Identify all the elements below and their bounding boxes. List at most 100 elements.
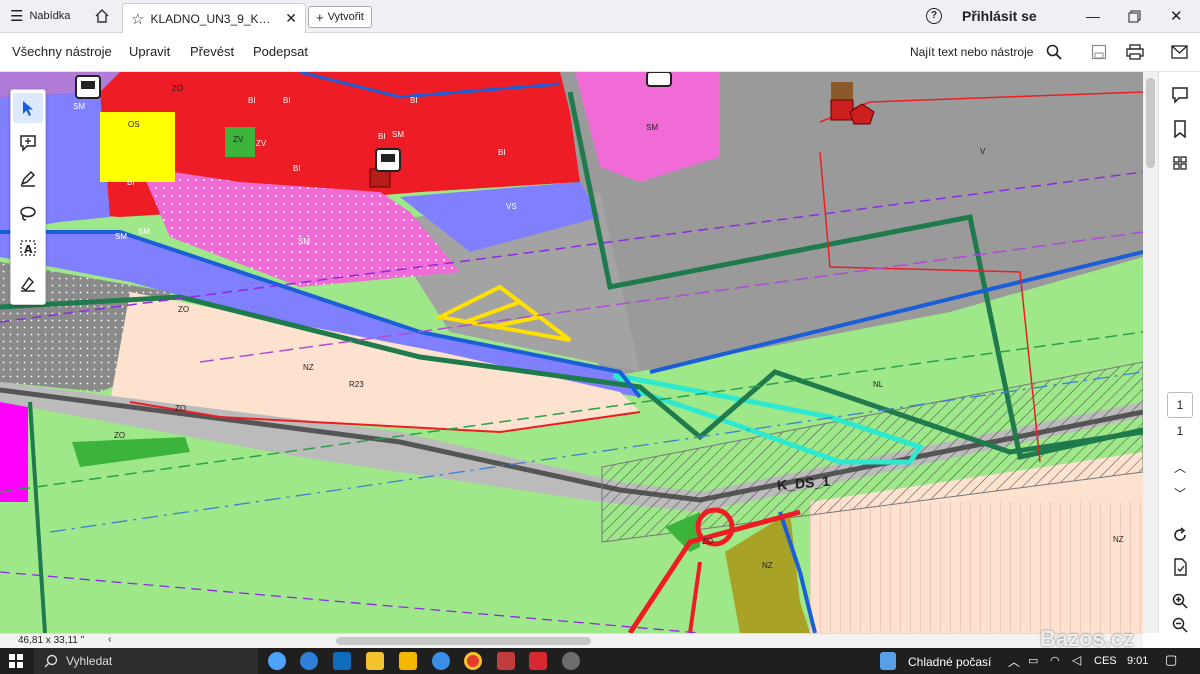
lasso-icon [20,206,36,221]
scroll-left-icon[interactable]: ‹ [108,634,111,645]
vertical-scrollbar[interactable] [1143,72,1158,633]
app-icon[interactable] [497,652,515,670]
text-tool[interactable]: A [13,233,43,263]
close-tab-icon[interactable]: ✕ [285,10,297,27]
document-tab[interactable]: ☆ KLADNO_UN3_9_K… ✕ [122,3,306,33]
volume-icon[interactable]: ◁ [1072,653,1081,667]
zoom-in-icon [1172,593,1188,609]
map-label-zo: ZO [175,404,187,413]
map-label-bi: BI [283,96,291,105]
clock[interactable]: 9:01 [1127,655,1148,667]
home-button[interactable] [88,0,116,32]
notifications-icon[interactable]: ▢ [1165,652,1177,668]
text-box-icon: A [20,240,36,256]
svg-text:A: A [24,243,33,256]
menu-all-tools[interactable]: Všechny nástroje [12,44,112,59]
app-icon[interactable] [562,652,580,670]
language-indicator[interactable]: CES [1094,655,1117,667]
hamburger-icon: ☰ [10,8,24,25]
close-window-icon[interactable]: ✕ [1170,0,1183,32]
chrome-icon[interactable] [464,652,482,670]
previous-page-icon[interactable]: ︿ [1169,456,1191,478]
next-page-icon[interactable]: ﹀ [1169,482,1191,504]
tab-title: KLADNO_UN3_9_K… [150,11,271,26]
sign-tool[interactable] [13,268,43,298]
windows-taskbar: Vyhledat Chladné počasí ︿ ▭ ◠ ◁ CES 9:01… [0,648,1200,674]
bookmarks-panel-button[interactable] [1169,118,1191,140]
zoom-out-button[interactable] [1169,617,1191,633]
weather-label[interactable]: Chladné počasí [908,655,991,669]
help-icon: ? [926,8,942,24]
ie-icon[interactable] [432,652,450,670]
right-rail: 1 1 ︿ ﹀ [1158,72,1200,633]
thumbnails-panel-button[interactable] [1169,152,1191,174]
home-icon [95,9,109,23]
mail-icon[interactable] [1171,45,1188,59]
map-label-zv: ZV [256,139,267,148]
map-label-sm: SM [138,227,150,236]
highlight-tool[interactable] [13,163,43,193]
pdf-map-canvas[interactable]: OS SM SM SM SM SM SM BI BI BI BI BI BI B… [0,72,1143,633]
search-icon[interactable] [1046,44,1062,60]
norton-icon[interactable] [399,652,417,670]
create-button[interactable]: + Vytvořit [308,6,372,28]
draw-tool[interactable] [13,198,43,228]
taskbar-search[interactable]: Vyhledat [34,648,258,674]
map-label-vs: VS [506,202,517,211]
map-label-bi: BI [127,178,135,187]
store-icon[interactable] [333,652,351,670]
page-number-input[interactable]: 1 [1167,392,1193,418]
weather-icon[interactable] [880,652,896,670]
map-label-bi: BI [248,96,256,105]
map-label-zo: ZO [172,84,184,93]
extract-button[interactable] [1169,556,1191,578]
restore-icon[interactable] [1128,0,1141,32]
zoning-map [0,72,1143,633]
zoom-in-button[interactable] [1169,590,1191,612]
windows-start-icon[interactable] [9,654,23,668]
rotate-icon [1174,527,1186,541]
find-text-label[interactable]: Najít text nebo nástroje [910,45,1033,59]
map-label-zv: ZV [233,135,244,144]
map-label-nl: NL [873,380,884,389]
map-label-bi: BI [410,96,418,105]
save-icon[interactable] [1091,44,1107,60]
network-icon[interactable]: ▭ [1028,654,1038,667]
search-icon [44,654,58,668]
menu-edit[interactable]: Upravit [129,44,170,59]
comment-tool[interactable] [13,128,43,158]
sign-in-button[interactable]: Přihlásit se [962,0,1037,32]
edge-icon[interactable] [300,652,318,670]
menu-convert[interactable]: Převést [190,44,234,59]
task-view-icon[interactable] [268,652,286,670]
bus-stop-icon [375,148,401,172]
map-label-bi: BI [293,164,301,173]
minimize-icon[interactable]: — [1086,0,1100,32]
horizontal-scrollbar-thumb[interactable] [336,637,591,645]
select-tool[interactable] [13,93,43,123]
map-label-sm: SM [298,237,310,246]
print-icon[interactable] [1126,44,1144,60]
wifi-icon[interactable]: ◠ [1050,654,1060,667]
menu-label: Nabídka [29,10,71,22]
annotation-tool-palette: A [10,89,46,305]
map-label-sm: SM [646,123,658,132]
comments-panel-button[interactable] [1169,84,1191,106]
map-label-r23: R23 [349,380,364,389]
grid-icon [1173,156,1187,170]
rotate-button[interactable] [1169,524,1191,546]
menu-button[interactable]: ☰ Nabídka [10,0,70,32]
explorer-icon[interactable] [366,652,384,670]
map-label-zo: ZO [114,431,126,440]
bus-stop-icon [75,75,101,99]
scrollbar-thumb[interactable] [1146,78,1155,168]
menu-sign[interactable]: Podepsat [253,44,308,59]
tray-chevron-icon[interactable]: ︿ [1008,653,1020,670]
map-label-nz: NZ [762,561,773,570]
map-label-zo: ZO [702,537,714,546]
star-icon[interactable]: ☆ [131,10,144,28]
acrobat-icon[interactable] [529,652,547,670]
help-button[interactable]: ? [926,0,942,32]
zoom-out-icon [1172,617,1188,633]
map-label-bi: BI [378,132,386,141]
